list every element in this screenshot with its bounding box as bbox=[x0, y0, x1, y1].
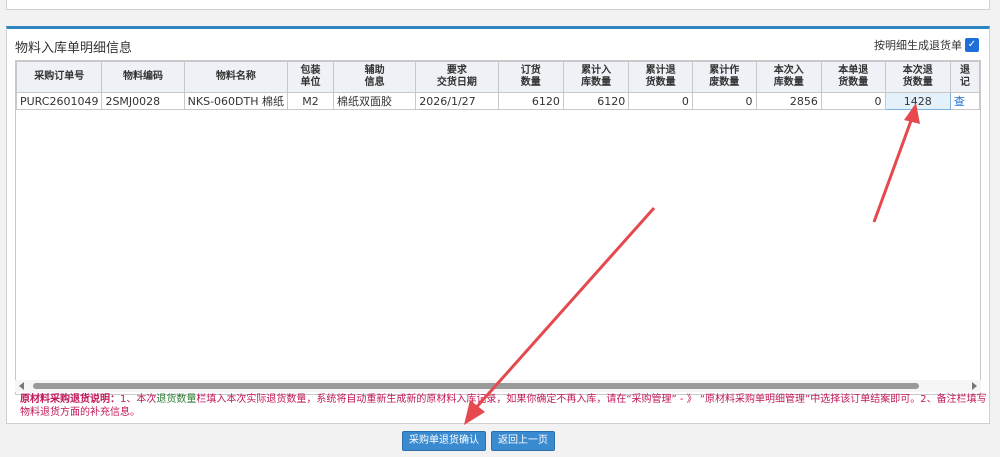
scrollbar-thumb[interactable] bbox=[33, 383, 919, 389]
section-title: 物料入库单明细信息 bbox=[15, 41, 133, 56]
col-header-due-date[interactable]: 要求 交货日期 bbox=[415, 61, 499, 93]
back-button[interactable]: 返回上一页 bbox=[491, 431, 555, 451]
cell-this-inbound: 2856 bbox=[755, 92, 822, 110]
detail-grid: 采购订单号 物料编码 物料名称 包装 单位 辅助 信息 要求 交货日期 订货 数量 累计… bbox=[15, 60, 981, 395]
table-row: PURC2601049 2SMJ0028 NKS-060DTH 棉纸 M2 棉纸… bbox=[16, 92, 980, 110]
col-header-order-qty[interactable]: 订货 数量 bbox=[497, 61, 564, 93]
col-header-cum-inbound[interactable]: 累计入 库数量 bbox=[562, 61, 630, 93]
col-header-material-code[interactable]: 物料编码 bbox=[101, 61, 185, 93]
cell-cum-void: 0 bbox=[691, 92, 757, 110]
notes-prefix: 1、本次 bbox=[120, 394, 157, 405]
cell-doc-return: 0 bbox=[820, 92, 886, 110]
col-header-this-return[interactable]: 本次退 货数量 bbox=[884, 61, 951, 93]
cell-unit: M2 bbox=[287, 92, 335, 110]
col-header-material-name[interactable]: 物料名称 bbox=[183, 61, 289, 93]
this-return-qty-input[interactable]: 1428 bbox=[884, 92, 951, 110]
generate-return-option[interactable]: 按明细生成退货单 ✓ bbox=[874, 37, 979, 53]
cell-cum-inbound: 6120 bbox=[562, 92, 630, 110]
col-header-aux-info[interactable]: 辅助 信息 bbox=[333, 61, 417, 93]
top-panel-strip bbox=[6, 0, 990, 10]
cell-material-code: 2SMJ0028 bbox=[101, 92, 185, 110]
col-header-cum-void[interactable]: 累计作 废数量 bbox=[691, 61, 757, 93]
scroll-right-icon[interactable] bbox=[972, 382, 977, 390]
cell-aux-info: 棉纸双面胶 bbox=[333, 92, 417, 110]
notes-highlight: 退货数量 bbox=[156, 394, 197, 405]
cell-cum-return: 0 bbox=[628, 92, 693, 110]
inbound-detail-panel: 物料入库单明细信息 按明细生成退货单 ✓ 采购订单号 物料编码 物料名称 包装单… bbox=[6, 26, 990, 424]
notes-label: 原材料采购退货说明： bbox=[20, 394, 120, 405]
cell-order-qty: 6120 bbox=[497, 92, 564, 110]
col-header-return-record[interactable]: 退记 bbox=[949, 61, 980, 93]
scroll-left-icon[interactable] bbox=[19, 382, 24, 390]
table-header-row: 采购订单号 物料编码 物料名称 包装 单位 辅助 信息 要求 交货日期 订货 数量 累计… bbox=[16, 61, 980, 93]
col-header-po-number[interactable]: 采购订单号 bbox=[16, 61, 103, 93]
col-header-unit[interactable]: 包装 单位 bbox=[287, 61, 335, 93]
generate-return-checkbox[interactable]: ✓ bbox=[965, 38, 979, 52]
cell-due-date: 2026/1/27 bbox=[415, 92, 499, 110]
cell-po-number: PURC2601049 bbox=[16, 92, 103, 110]
col-header-cum-return[interactable]: 累计退 货数量 bbox=[628, 61, 693, 93]
col-header-this-inbound[interactable]: 本次入 库数量 bbox=[755, 61, 822, 93]
confirm-return-button[interactable]: 采购单退货确认 bbox=[402, 431, 486, 451]
return-notes: 原材料采购退货说明：1、本次退货数量栏填入本次实际退货数量，系统将自动重新生成新… bbox=[20, 393, 992, 419]
cell-material-name: NKS-060DTH 棉纸 bbox=[183, 92, 289, 110]
horizontal-scrollbar[interactable] bbox=[15, 380, 981, 392]
generate-return-label: 按明细生成退货单 bbox=[874, 39, 962, 52]
return-record-link[interactable]: 查 bbox=[949, 92, 980, 110]
detail-table: 采购订单号 物料编码 物料名称 包装 单位 辅助 信息 要求 交货日期 订货 数量 累计… bbox=[16, 61, 980, 110]
col-header-doc-return[interactable]: 本单退 货数量 bbox=[820, 61, 886, 93]
